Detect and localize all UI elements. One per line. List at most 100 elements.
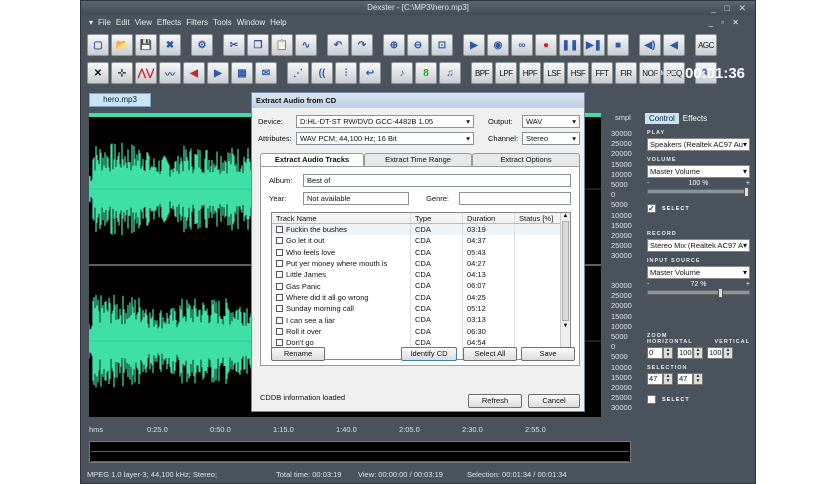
play-selection-icon[interactable]: ◉ — [487, 34, 509, 56]
normalize-icon[interactable]: 〰 — [159, 62, 181, 84]
selection-to-field[interactable]: 47 — [677, 373, 693, 385]
zoom-h-from-spinner[interactable]: 0 ▲ ▼ — [647, 347, 673, 359]
zoom-h-from-field[interactable]: 0 — [647, 347, 663, 359]
agc-button[interactable]: AGC — [695, 34, 717, 56]
zoom-out-icon[interactable]: ⊖ — [407, 34, 429, 56]
volume-plus[interactable]: + — [746, 180, 750, 187]
reverb-icon[interactable]: ⫶ — [335, 62, 357, 84]
input-slider-thumb[interactable] — [717, 288, 723, 298]
zoom-in-icon[interactable]: ⊕ — [383, 34, 405, 56]
input-minus[interactable]: - — [647, 281, 649, 288]
noise-icon[interactable]: ⋰ — [287, 62, 309, 84]
fir-button[interactable]: FIR — [615, 62, 637, 84]
hsf-button[interactable]: HSF — [567, 62, 589, 84]
channel-select[interactable]: Stereo — [522, 132, 580, 145]
checkbox-icon[interactable]: ✓ — [647, 204, 656, 213]
overview-bar[interactable] — [89, 441, 631, 463]
tab-extract-audio-tracks[interactable]: Extract Audio Tracks — [260, 153, 364, 167]
lpf-button[interactable]: LPF — [495, 62, 517, 84]
volume-slider-thumb[interactable] — [744, 187, 749, 197]
select-checkbox-selection[interactable]: SELECT — [647, 395, 756, 404]
zoom-h-to-field[interactable]: 100 — [677, 347, 693, 359]
menu-view[interactable]: View — [135, 18, 152, 27]
spin-arrows-icon[interactable]: ▲ ▼ — [693, 347, 703, 359]
track-row[interactable]: Put yer money where mouth is CDA 04:27 — [272, 257, 570, 270]
split-icon[interactable]: ⊹ — [111, 62, 133, 84]
cancel-button[interactable]: Cancel — [528, 394, 580, 408]
new-icon[interactable]: ▢ — [87, 34, 109, 56]
bpf-button[interactable]: BPF — [471, 62, 493, 84]
track-checkbox[interactable] — [276, 271, 283, 279]
open-icon[interactable]: 📂 — [111, 34, 133, 56]
play-icon[interactable]: ▶ — [463, 34, 485, 56]
track-checkbox[interactable] — [276, 260, 283, 268]
play-device-select[interactable]: Speakers (Realtek AC97 Au — [647, 138, 750, 151]
track-row[interactable]: Gas Panic CDA 06:07 — [272, 280, 570, 292]
record-icon[interactable]: ● — [535, 34, 557, 56]
device-select[interactable]: D:HL-DT-ST RW/DVD GCC-4482B 1.05 — [296, 115, 474, 128]
selection-from-field[interactable]: 47 — [647, 373, 663, 385]
attributes-select[interactable]: WAV PCM; 44,100 Hz; 16 Bit — [296, 132, 474, 145]
next-icon[interactable]: ▶❚ — [583, 34, 605, 56]
column-status[interactable]: Status [%] — [515, 213, 563, 223]
rename-button[interactable]: Rename — [271, 347, 325, 361]
track-row[interactable]: Go let it out CDA 04:37 — [272, 235, 570, 247]
menu-filters[interactable]: Filters — [186, 18, 208, 27]
stop-icon[interactable]: ■ — [607, 34, 629, 56]
tab-control[interactable]: Control — [645, 113, 679, 124]
zoom-fit-icon[interactable]: ⊡ — [431, 34, 453, 56]
spin-arrows-icon[interactable]: ▲ ▼ — [663, 347, 673, 359]
zoom-v-spinner[interactable]: 100 ▲ ▼ — [707, 347, 733, 359]
year-field[interactable]: Not available — [303, 192, 409, 205]
menu-edit[interactable]: Edit — [116, 18, 130, 27]
track-list-scrollbar[interactable]: ▲ ▼ — [560, 213, 570, 359]
column-track-name[interactable]: Track Name — [272, 213, 411, 223]
input-plus[interactable]: + — [746, 281, 750, 288]
album-field[interactable]: Best of — [303, 174, 571, 187]
spin-arrows-icon[interactable]: ▲ ▼ — [693, 373, 703, 385]
menu-system[interactable]: ▾ — [89, 18, 93, 27]
input-source-select[interactable]: Master Volume — [647, 266, 750, 279]
record-device-select[interactable]: Stereo Mix (Realtek AC97 A — [647, 239, 750, 252]
track-checkbox[interactable] — [276, 293, 283, 301]
trim-icon[interactable]: ✕ — [87, 62, 109, 84]
save-icon[interactable]: 💾 — [135, 34, 157, 56]
track-checkbox[interactable] — [276, 316, 283, 324]
track-checkbox[interactable] — [276, 282, 283, 290]
mail-icon[interactable]: ✉ — [255, 62, 277, 84]
track-row[interactable]: Who feels love CDA 05:43 — [272, 246, 570, 258]
track-row[interactable]: Little James CDA 04:13 — [272, 269, 570, 281]
track-checkbox[interactable] — [276, 248, 283, 256]
tab-extract-options[interactable]: Extract Options — [472, 153, 580, 166]
track-row[interactable]: Sunday morning call CDA 05:12 — [272, 303, 570, 315]
save-button[interactable]: Save — [521, 347, 575, 361]
pause-icon[interactable]: ❚❚ — [559, 34, 581, 56]
track-row[interactable]: Roll it over CDA 06:30 — [272, 325, 570, 337]
spectrum-icon[interactable]: ▦ — [231, 62, 253, 84]
copy-icon[interactable]: ❐ — [247, 34, 269, 56]
track-row[interactable]: Where did it all go wrong CDA 04:25 — [272, 291, 570, 304]
hpf-button[interactable]: HPF — [519, 62, 541, 84]
tab-extract-time-range[interactable]: Extract Time Range — [364, 153, 472, 166]
track-checkbox[interactable] — [276, 305, 283, 313]
column-type[interactable]: Type — [411, 213, 463, 223]
selection-to-spinner[interactable]: 47 ▲ ▼ — [677, 373, 703, 385]
tab-effects[interactable]: Effects — [679, 113, 711, 124]
window-controls[interactable]: _ □ ✕ — [711, 1, 749, 15]
loop-icon[interactable]: ∞ — [511, 34, 533, 56]
volume-slider[interactable] — [647, 187, 750, 197]
spin-arrows-icon[interactable]: ▲ ▼ — [723, 347, 733, 359]
checkbox-icon[interactable] — [647, 395, 656, 404]
amplify-icon[interactable]: ⋀⋁ — [135, 62, 157, 84]
pitch-icon[interactable]: 8 — [415, 62, 437, 84]
fade-in-icon[interactable]: ◀ — [183, 62, 205, 84]
track-row[interactable]: I can see a liar CDA 03:13 — [272, 314, 570, 326]
tempo-icon[interactable]: ♪ — [391, 62, 413, 84]
volume-up-icon[interactable]: ◀) — [639, 34, 661, 56]
file-tab[interactable]: hero.mp3 — [89, 93, 151, 107]
mdi-controls[interactable]: _ ▫ ✕ — [709, 15, 742, 31]
menu-help[interactable]: Help — [270, 18, 286, 27]
fade-out-icon[interactable]: ▶ — [207, 62, 229, 84]
volume-down-icon[interactable]: ◀ — [663, 34, 685, 56]
music-note-icon[interactable]: ♫ — [439, 62, 461, 84]
